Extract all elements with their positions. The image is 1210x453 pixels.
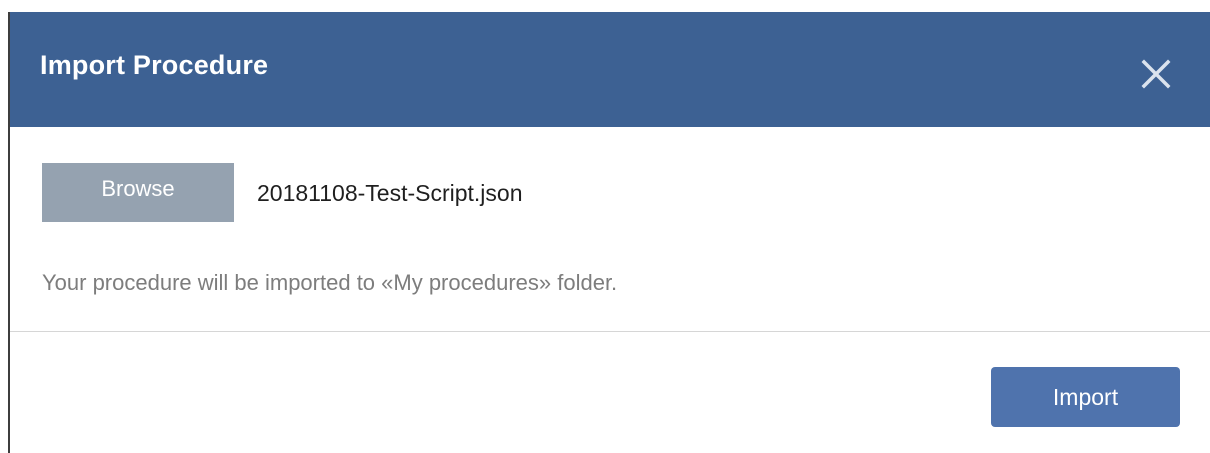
dialog-body: Browse 20181108-Test-Script.json Your pr… xyxy=(10,127,1210,331)
footer-divider xyxy=(10,331,1210,332)
import-destination-info: Your procedure will be imported to «My p… xyxy=(42,270,618,295)
browse-button[interactable]: Browse xyxy=(42,163,234,222)
selected-file-name: 20181108-Test-Script.json xyxy=(257,180,523,206)
dialog-title: Import Procedure xyxy=(40,50,269,80)
close-button[interactable] xyxy=(1140,58,1172,90)
import-button[interactable]: Import xyxy=(991,367,1180,427)
close-icon xyxy=(1141,59,1171,89)
import-procedure-dialog: Import Procedure Browse 20181108-Test-Sc… xyxy=(8,12,1210,453)
dialog-header: Import Procedure xyxy=(10,12,1210,127)
